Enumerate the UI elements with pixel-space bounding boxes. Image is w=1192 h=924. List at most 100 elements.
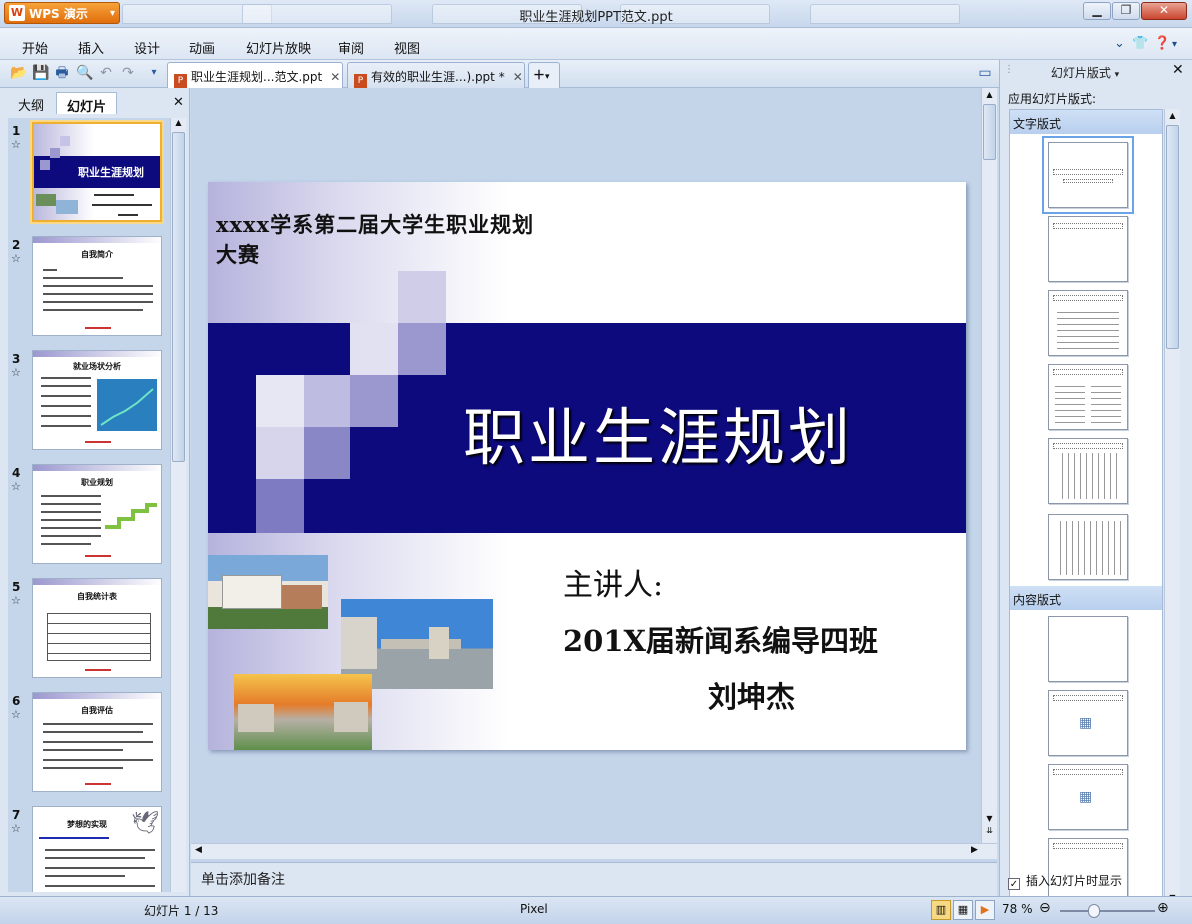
zoom-level[interactable]: 78 % <box>1002 902 1033 916</box>
decor-square <box>256 479 304 533</box>
notes-placeholder: 单击添加备注 <box>201 872 285 888</box>
layout-title-text[interactable] <box>1048 290 1128 356</box>
menu-item-animation[interactable]: 动画 <box>189 38 215 57</box>
scroll-down-icon[interactable]: ▼ <box>983 814 996 823</box>
close-tab-icon[interactable]: ✕ <box>513 70 523 84</box>
tab-list-icon[interactable]: ▭ <box>977 65 993 81</box>
layout-title-content[interactable]: ▦ <box>1048 764 1128 830</box>
skin-shirt-icon[interactable]: 👕 <box>1132 36 1148 51</box>
taskbar-ghost-tab <box>810 4 960 24</box>
close-panel-icon[interactable]: ✕ <box>1172 62 1184 78</box>
doc-tab-inactive[interactable]: P 有效的职业生涯...).ppt * ✕ <box>347 62 525 88</box>
tab-outline[interactable]: 大纲 <box>8 92 54 114</box>
scroll-right-icon[interactable]: ▶ <box>971 845 978 855</box>
scroll-up-icon[interactable]: ▲ <box>983 90 996 99</box>
print-icon[interactable]: 🖶 <box>54 65 70 81</box>
mini-chart-icon <box>100 388 154 426</box>
layout-vertical-title-text[interactable] <box>1048 514 1128 580</box>
close-window-button[interactable]: ✕ <box>1141 2 1187 20</box>
collapse-ribbon-icon[interactable]: ⌄ <box>1114 36 1125 51</box>
open-folder-icon[interactable]: 📂 <box>10 65 27 81</box>
menu-item-insert[interactable]: 插入 <box>78 38 104 57</box>
scroll-up-icon[interactable]: ▲ <box>1166 111 1179 120</box>
slide-thumbnail-2[interactable]: 自我简介 <box>32 236 162 336</box>
close-tab-icon[interactable]: ✕ <box>330 70 340 84</box>
section-content-layouts: 内容版式 <box>1010 586 1162 610</box>
layout-blank[interactable] <box>1048 616 1128 682</box>
thumb-title: 就业场状分析 <box>73 362 121 371</box>
checkbox-label: 插入幻灯片时显示 <box>1026 874 1123 888</box>
normal-view-button[interactable]: ▥ <box>931 900 951 920</box>
slide-sorter-view-button[interactable]: ▦ <box>953 900 973 920</box>
decor-square <box>350 375 398 427</box>
menu-item-design[interactable]: 设计 <box>134 38 160 57</box>
speaker-name: 刘坤杰 <box>708 680 796 714</box>
zoom-slider-handle[interactable] <box>1088 904 1100 918</box>
layout-scrollbar[interactable]: ▲ ▼ <box>1164 109 1180 909</box>
menu-item-start[interactable]: 开始 <box>22 38 48 57</box>
slide-thumbnail-6[interactable]: 自我评估 <box>32 692 162 792</box>
scroll-up-icon[interactable]: ▲ <box>172 118 185 132</box>
scrollbar-thumb[interactable] <box>1166 125 1179 349</box>
help-dropdown-icon[interactable]: ▾ <box>1172 39 1177 50</box>
slide-thumbnail-5[interactable]: 自我统计表 <box>32 578 162 678</box>
notes-pane[interactable]: 单击添加备注 <box>191 862 997 896</box>
decor-square <box>304 375 350 427</box>
layout-vertical-text[interactable] <box>1048 438 1128 504</box>
undo-icon[interactable]: ↶ <box>98 65 114 81</box>
layout-content[interactable]: ▦ <box>1048 690 1128 756</box>
layout-title-only[interactable] <box>1048 216 1128 282</box>
minimize-button[interactable]: ▁ <box>1083 2 1111 20</box>
zoom-in-icon[interactable]: ⊕ <box>1157 900 1169 916</box>
decor-square <box>398 271 446 323</box>
next-slide-icon[interactable]: ⇊ <box>983 826 996 835</box>
checkbox[interactable]: ✓ <box>1008 878 1020 890</box>
wps-app-menu-button[interactable]: W WPS 演示 ▾ <box>4 2 120 24</box>
menu-item-view[interactable]: 视图 <box>394 38 420 57</box>
thumbnail-scrollbar[interactable]: ▲ <box>170 118 186 892</box>
slideshow-view-button[interactable]: ▶ <box>975 900 995 920</box>
slide-main-title: 职业生涯规划 <box>463 401 854 474</box>
customize-toolbar-icon[interactable]: ▾ <box>146 65 162 81</box>
slide-vertical-scrollbar[interactable]: ▲ ▼ ⇊ <box>981 88 997 843</box>
slide-thumbnail-7[interactable]: 梦想的实现 🕊 <box>32 806 162 892</box>
decor-square <box>256 375 304 427</box>
menu-item-review[interactable]: 审阅 <box>338 38 364 57</box>
slide-number: 5 <box>12 580 21 594</box>
decor-square <box>304 427 350 479</box>
slide-thumbnail-4[interactable]: 职业规划 <box>32 464 162 564</box>
animation-star-icon: ☆ <box>11 138 21 151</box>
show-on-insert-option[interactable]: ✓ 插入幻灯片时显示 <box>1008 872 1122 890</box>
new-tab-button[interactable]: ＋▾ <box>528 62 560 88</box>
slides-panel: 大纲 幻灯片 ✕ 1 ☆ 职业生涯规划 2 ☆ 自我简介 3 ☆ 就业场状分析 <box>0 88 190 896</box>
save-icon[interactable]: 💾 <box>32 65 49 81</box>
maximize-button[interactable]: ❐ <box>1112 2 1140 20</box>
tab-slides[interactable]: 幻灯片 <box>56 92 118 115</box>
slide-number: 1 <box>12 124 21 138</box>
redo-icon[interactable]: ↷ <box>120 65 136 81</box>
scroll-left-icon[interactable]: ◀ <box>195 845 202 855</box>
animation-star-icon: ☆ <box>11 708 21 721</box>
scrollbar-thumb[interactable] <box>983 104 996 160</box>
layout-two-content[interactable] <box>1048 838 1128 904</box>
layout-two-column-text[interactable] <box>1048 364 1128 430</box>
zoom-out-icon[interactable]: ⊖ <box>1039 900 1051 916</box>
panel-title[interactable]: 幻灯片版式 ▾ <box>1000 64 1170 81</box>
slide-number: 3 <box>12 352 21 366</box>
taskbar-ghost-tab <box>620 4 770 24</box>
slide-thumbnail-3[interactable]: 就业场状分析 <box>32 350 162 450</box>
close-panel-icon[interactable]: ✕ <box>173 95 184 110</box>
scrollbar-thumb[interactable] <box>172 132 185 462</box>
layout-title-slide[interactable] <box>1042 136 1134 214</box>
menu-item-slideshow[interactable]: 幻灯片放映 <box>246 38 311 57</box>
print-preview-icon[interactable]: 🔍 <box>76 65 93 81</box>
campus-photo-3 <box>234 674 372 750</box>
doc-tab-active[interactable]: P 职业生涯规划...范文.ppt ✕ <box>167 62 343 88</box>
stairs-graphic-icon <box>105 503 157 529</box>
slide-thumbnail-1[interactable]: 职业生涯规划 <box>30 120 164 224</box>
animation-star-icon: ☆ <box>11 480 21 493</box>
slide-horizontal-scrollbar[interactable]: ◀ ▶ <box>191 843 997 859</box>
help-icon[interactable]: ❓ <box>1154 36 1170 51</box>
zoom-slider-track[interactable] <box>1060 910 1155 912</box>
current-slide[interactable]: xxxx学系第二届大学生职业规划大赛 职业生涯规划 主讲人: 201X届新闻系编… <box>208 182 966 750</box>
